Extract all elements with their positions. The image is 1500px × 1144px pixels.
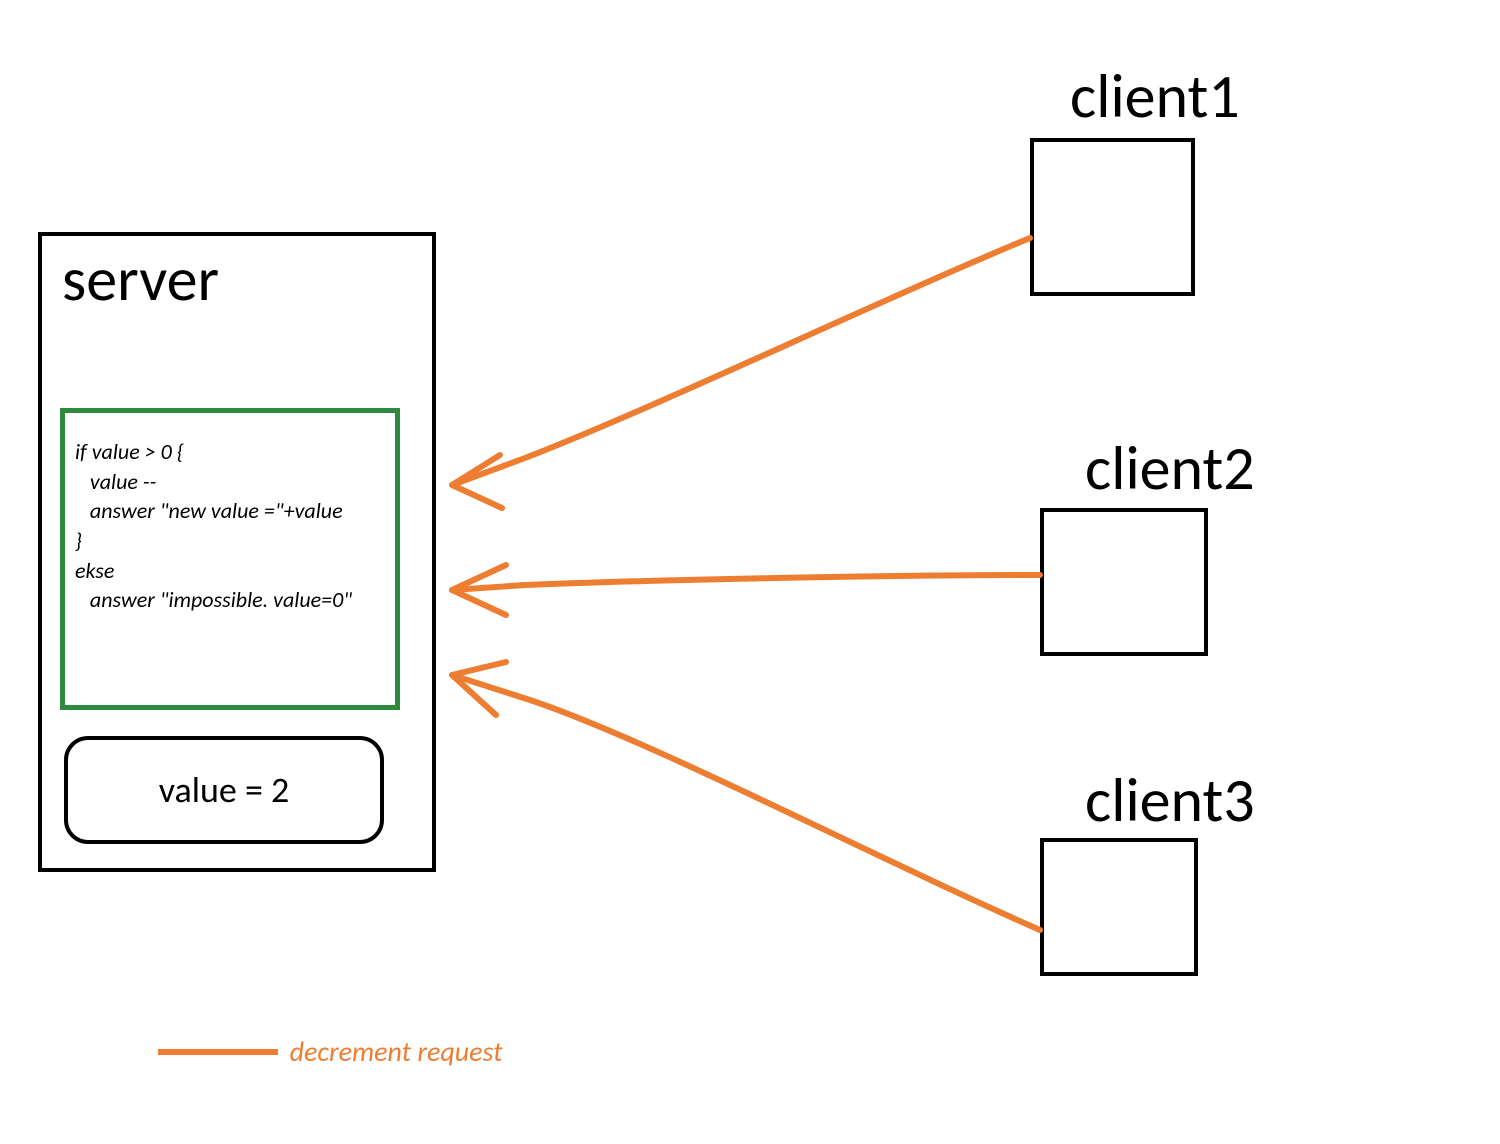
client2-box — [1040, 508, 1208, 656]
server-code-box: if value > 0 { value -- answer "new valu… — [60, 408, 400, 710]
client1-box — [1030, 138, 1195, 296]
server-value-text: value = 2 — [159, 768, 290, 812]
legend: decrement request — [158, 1034, 502, 1069]
client2-label: client2 — [1085, 430, 1255, 506]
client1-label: client1 — [1070, 58, 1240, 134]
legend-text: decrement request — [290, 1034, 503, 1069]
server-title: server — [62, 241, 219, 317]
client3-box — [1040, 838, 1198, 976]
server-box: server if value > 0 { value -- answer "n… — [38, 232, 436, 872]
server-value-box: value = 2 — [64, 736, 384, 844]
client3-label: client3 — [1085, 762, 1255, 838]
legend-line-icon — [158, 1049, 278, 1055]
